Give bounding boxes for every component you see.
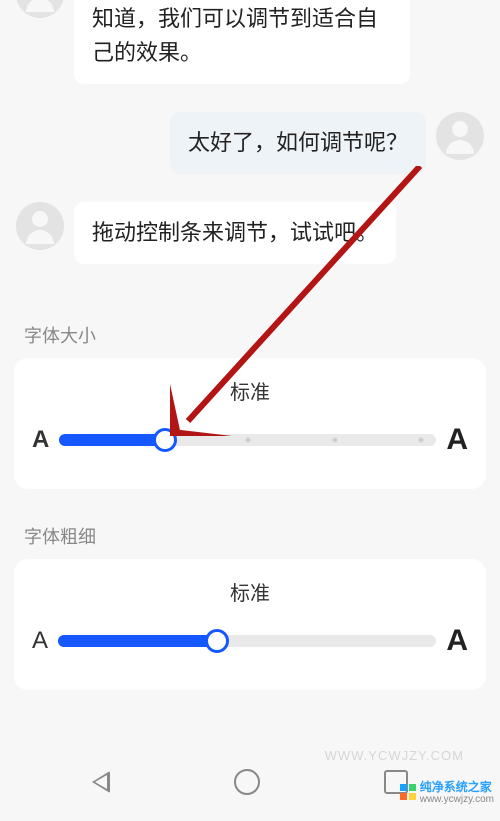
font-weight-section-label: 字体粗细 [0,523,500,559]
font-weight-card: 标准 A A [14,559,486,690]
chat-message-left: 知道，我们可以调节到适合自己的效果。 [16,0,484,84]
font-size-value-label: 标准 [32,376,468,405]
watermark-brand: 纯净系统之家 [420,778,494,795]
chat-message-right: 太好了，如何调节呢？ [16,112,484,174]
nav-back-icon[interactable] [92,771,110,793]
big-a-icon: A [446,423,468,457]
slider-thumb[interactable] [205,629,229,653]
small-a-icon: A [32,627,48,655]
avatar-icon [16,202,64,250]
font-size-section-label: 字体大小 [0,322,500,358]
font-weight-slider[interactable] [58,631,436,651]
font-weight-slider-row: A A [32,624,468,658]
nav-home-icon[interactable] [234,769,260,795]
chat-area: 知道，我们可以调节到适合自己的效果。 太好了，如何调节呢？ 拖动控制条来调节，试… [0,0,500,322]
watermark-url: WWW.YCWJZY.COM [325,748,464,763]
small-a-icon: A [32,426,49,454]
chat-message-left: 拖动控制条来调节，试试吧。 [16,202,484,264]
big-a-icon: A [446,624,468,658]
message-bubble: 知道，我们可以调节到适合自己的效果。 [74,0,410,84]
slider-fill [58,635,217,647]
slider-thumb[interactable] [153,428,177,452]
font-weight-value-label: 标准 [32,577,468,606]
watermark-text-wrap: 纯净系统之家 www.ycwjzy.com [420,778,494,805]
slider-tick [419,438,424,443]
watermark-suburl: www.ycwjzy.com [420,795,494,805]
slider-tick [332,438,337,443]
watermark-logo-icon [400,784,416,800]
watermark-badge: 纯净系统之家 www.ycwjzy.com [400,778,494,805]
slider-fill [59,434,165,446]
font-size-slider-row: A A [32,423,468,457]
avatar-icon [16,0,64,18]
message-bubble: 太好了，如何调节呢？ [170,112,426,174]
font-size-card: 标准 A A [14,358,486,489]
font-size-slider[interactable] [59,430,436,450]
slider-tick [245,438,250,443]
message-bubble: 拖动控制条来调节，试试吧。 [74,202,396,264]
avatar-icon [436,112,484,160]
